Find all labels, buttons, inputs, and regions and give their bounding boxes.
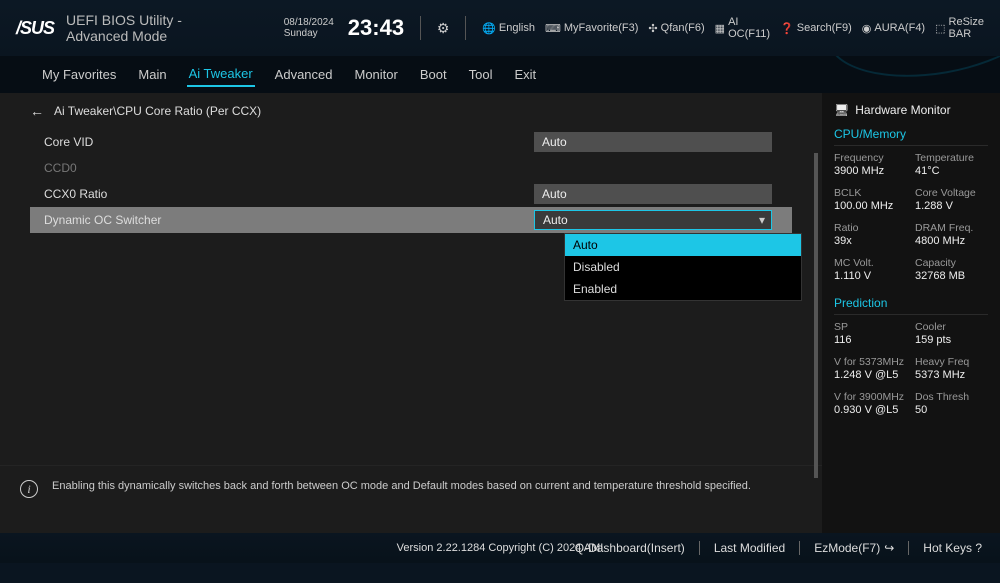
stat-label: V for 3900MHz — [834, 391, 907, 403]
help-strip: i Enabling this dynamically switches bac… — [0, 465, 822, 538]
setting-dropdown[interactable]: Auto — [534, 210, 772, 230]
stat-value: 4800 MHz — [915, 235, 988, 247]
setting-label: Dynamic OC Switcher — [44, 213, 534, 227]
qdashboard-button[interactable]: Q-Dashboard(Insert) — [575, 541, 685, 555]
exit-icon: ↪ — [884, 541, 894, 555]
info-icon: i — [20, 480, 38, 498]
main-tabs: My Favorites Main Ai Tweaker Advanced Mo… — [0, 56, 1000, 93]
stat-value: 116 — [834, 334, 907, 346]
content-panel: ← Ai Tweaker\CPU Core Ratio (Per CCX) Co… — [0, 93, 822, 538]
date-text: 08/18/2024 — [284, 17, 334, 28]
ezmode-button[interactable]: EzMode(F7)↪ — [814, 541, 894, 556]
stat-value: 1.248 V @L5 — [834, 369, 907, 381]
keyboard-icon: ⌨ — [545, 22, 561, 35]
tab-exit[interactable]: Exit — [512, 63, 538, 86]
stat-label: Temperature — [915, 152, 988, 164]
setting-label: CCD0 — [44, 161, 534, 175]
stat-value: 1.110 V — [834, 270, 907, 282]
stat-label: DRAM Freq. — [915, 222, 988, 234]
setting-label: Core VID — [44, 135, 534, 149]
tab-favorites[interactable]: My Favorites — [40, 63, 118, 86]
day-text: Sunday — [284, 28, 334, 39]
stat-label: SP — [834, 321, 907, 333]
setting-field[interactable]: Auto — [534, 132, 772, 152]
shortcut-qfan[interactable]: ✣Qfan(F6) — [648, 22, 704, 35]
stat-value: 32768 MB — [915, 270, 988, 282]
stat-label: Core Voltage — [915, 187, 988, 199]
stat-label: Cooler — [915, 321, 988, 333]
bios-title: UEFI BIOS Utility - Advanced Mode — [66, 12, 240, 44]
bottom-bar: Q-Dashboard(Insert) Last Modified EzMode… — [0, 533, 1000, 563]
shortcut-language[interactable]: 🌐English — [482, 22, 535, 35]
question-icon: ? — [975, 541, 982, 555]
setting-row-dynamic-oc[interactable]: Dynamic OC Switcher Auto — [30, 207, 792, 233]
tab-tool[interactable]: Tool — [467, 63, 495, 86]
dropdown-option-enabled[interactable]: Enabled — [565, 278, 801, 300]
stat-value: 1.288 V — [915, 200, 988, 212]
dropdown-menu[interactable]: Auto Disabled Enabled — [564, 233, 802, 301]
hardware-monitor-panel: 🖥Hardware Monitor CPU/Memory Frequency39… — [822, 93, 1000, 538]
stat-value: 41°C — [915, 165, 988, 177]
help-text: Enabling this dynamically switches back … — [52, 480, 751, 492]
shortcut-bar: 🌐English ⌨MyFavorite(F3) ✣Qfan(F6) ▦AI O… — [482, 16, 984, 40]
breadcrumb-text: Ai Tweaker\CPU Core Ratio (Per CCX) — [54, 104, 261, 118]
setting-label: CCX0 Ratio — [44, 187, 534, 201]
stat-label: V for 5373MHz — [834, 356, 907, 368]
monitor-icon: 🖥 — [834, 103, 849, 117]
tab-boot[interactable]: Boot — [418, 63, 449, 86]
time-text: 23:43 — [348, 15, 404, 41]
gear-icon[interactable]: ⚙ — [437, 20, 450, 37]
stat-value: 100.00 MHz — [834, 200, 907, 212]
shortcut-aioc[interactable]: ▦AI OC(F11) — [715, 16, 770, 40]
back-arrow-icon[interactable]: ← — [30, 103, 44, 119]
fan-icon: ✣ — [648, 22, 657, 35]
setting-row-ccd0: CCD0 — [30, 155, 792, 181]
scrollbar[interactable] — [814, 153, 818, 478]
brand-logo: /SUS — [16, 18, 54, 39]
stat-value: 3900 MHz — [834, 165, 907, 177]
setting-row-ccx0-ratio[interactable]: CCX0 Ratio Auto — [30, 181, 792, 207]
chip-icon: ▦ — [715, 22, 725, 35]
globe-icon: 🌐 — [482, 22, 496, 35]
stat-label: MC Volt. — [834, 257, 907, 269]
stat-label: Dos Thresh — [915, 391, 988, 403]
tab-main[interactable]: Main — [136, 63, 168, 86]
tab-ai-tweaker[interactable]: Ai Tweaker — [187, 62, 255, 87]
sidebar-title: Hardware Monitor — [855, 103, 950, 117]
hotkeys-button[interactable]: Hot Keys ? — [923, 541, 982, 555]
stat-label: BCLK — [834, 187, 907, 199]
sidebar-section-prediction: Prediction — [834, 296, 988, 315]
shortcut-search[interactable]: ❓Search(F9) — [780, 22, 852, 35]
sidebar-section-cpu: CPU/Memory — [834, 127, 988, 146]
resize-icon: ⬚ — [935, 22, 945, 35]
tab-monitor[interactable]: Monitor — [353, 63, 400, 86]
stat-label: Heavy Freq — [915, 356, 988, 368]
stat-value: 50 — [915, 404, 988, 416]
shortcut-aura[interactable]: ◉AURA(F4) — [862, 22, 925, 35]
shortcut-resizebar[interactable]: ⬚ReSize BAR — [935, 16, 984, 40]
stat-label: Frequency — [834, 152, 907, 164]
stat-value: 5373 MHz — [915, 369, 988, 381]
dropdown-option-auto[interactable]: Auto — [565, 234, 801, 256]
breadcrumb: ← Ai Tweaker\CPU Core Ratio (Per CCX) — [0, 93, 822, 129]
setting-field[interactable]: Auto — [534, 184, 772, 204]
stat-label: Capacity — [915, 257, 988, 269]
stat-label: Ratio — [834, 222, 907, 234]
datetime-block: 08/18/2024 Sunday 23:43 — [284, 15, 404, 41]
stat-value: 39x — [834, 235, 907, 247]
stat-value: 159 pts — [915, 334, 988, 346]
tab-advanced[interactable]: Advanced — [273, 63, 335, 86]
setting-row-core-vid[interactable]: Core VID Auto — [30, 129, 792, 155]
last-modified-button[interactable]: Last Modified — [714, 541, 785, 555]
header-bar: /SUS UEFI BIOS Utility - Advanced Mode 0… — [0, 0, 1000, 56]
aura-icon: ◉ — [862, 22, 872, 35]
shortcut-favorite[interactable]: ⌨MyFavorite(F3) — [545, 22, 638, 35]
dropdown-option-disabled[interactable]: Disabled — [565, 256, 801, 278]
question-icon: ❓ — [780, 22, 794, 35]
stat-value: 0.930 V @L5 — [834, 404, 907, 416]
